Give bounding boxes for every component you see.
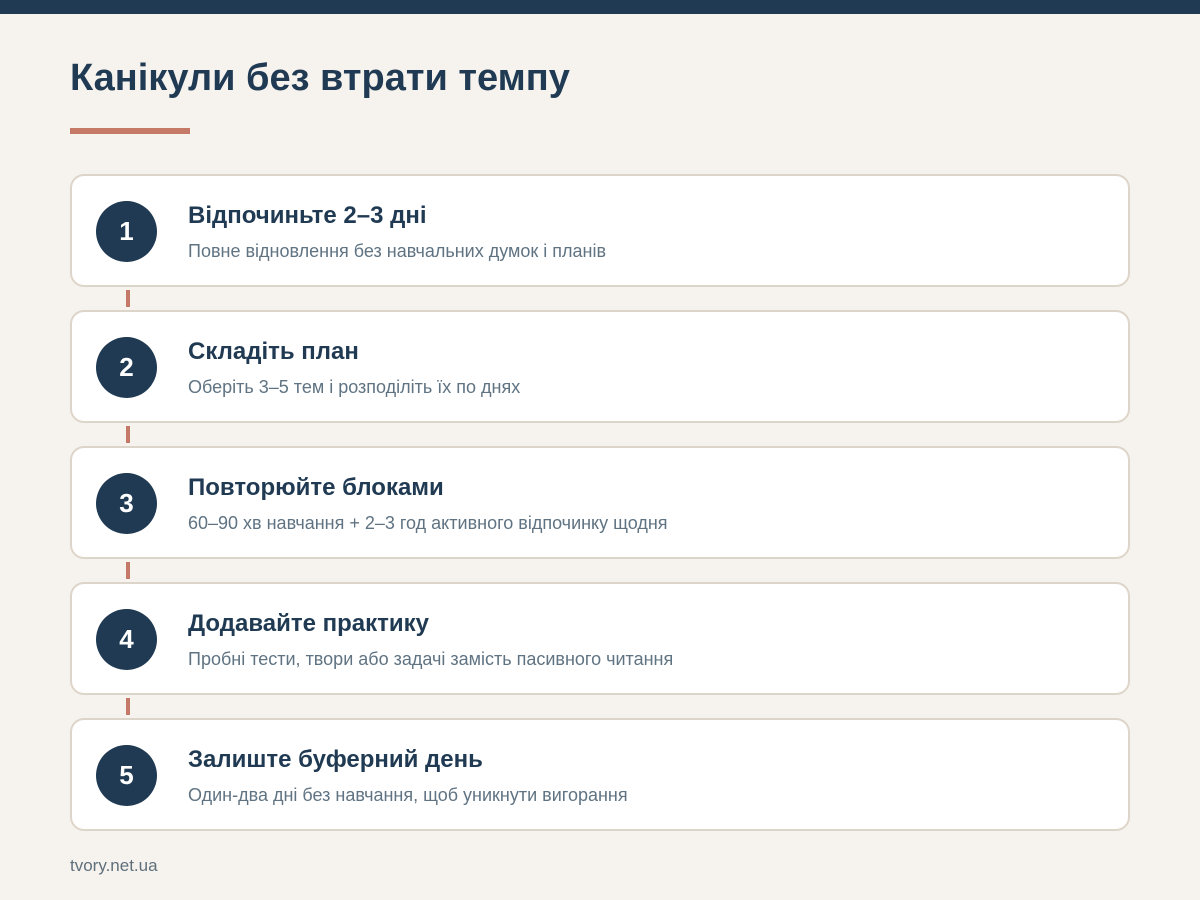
step-card: 3 Повторюйте блоками 60–90 хв навчання +…: [70, 446, 1130, 579]
step-number-badge: 4: [96, 609, 157, 670]
step-description: 60–90 хв навчання + 2–3 год активного ві…: [188, 513, 668, 533]
step-description: Повне відновлення без навчальних думок і…: [188, 241, 607, 261]
step-title: Повторюйте блоками: [188, 474, 444, 501]
step-connector: [126, 426, 130, 443]
step-card: 2 Складіть план Оберіть 3–5 тем і розпод…: [70, 310, 1130, 443]
page-title: Канікули без втрати темпу: [70, 57, 570, 99]
step-title: Складіть план: [188, 338, 359, 365]
step-number-badge: 5: [96, 745, 157, 806]
title-accent-line: [70, 128, 190, 134]
step-connector: [126, 562, 130, 579]
step-card: 1 Відпочиньте 2–3 дні Повне відновлення …: [70, 174, 1130, 307]
step-card: 4 Додавайте практику Пробні тести, твори…: [70, 582, 1130, 715]
step-description: Один-два дні без навчання, щоб уникнути …: [188, 785, 628, 805]
footer-source: tvory.net.ua: [70, 856, 158, 875]
step-number-badge: 1: [96, 201, 157, 262]
step-title: Відпочиньте 2–3 дні: [188, 202, 427, 229]
top-bar: [0, 0, 1200, 14]
step-card: 5 Залиште буферний день Один-два дні без…: [70, 718, 1130, 831]
step-connector: [126, 698, 130, 715]
step-number-badge: 3: [96, 473, 157, 534]
steps-list: 1 Відпочиньте 2–3 дні Повне відновлення …: [70, 174, 1130, 831]
step-title: Додавайте практику: [188, 610, 430, 637]
step-description: Пробні тести, твори або задачі замість п…: [188, 649, 674, 669]
step-description: Оберіть 3–5 тем і розподіліть їх по днях: [188, 377, 521, 397]
step-title: Залиште буферний день: [188, 746, 483, 773]
step-connector: [126, 290, 130, 307]
step-number-badge: 2: [96, 337, 157, 398]
